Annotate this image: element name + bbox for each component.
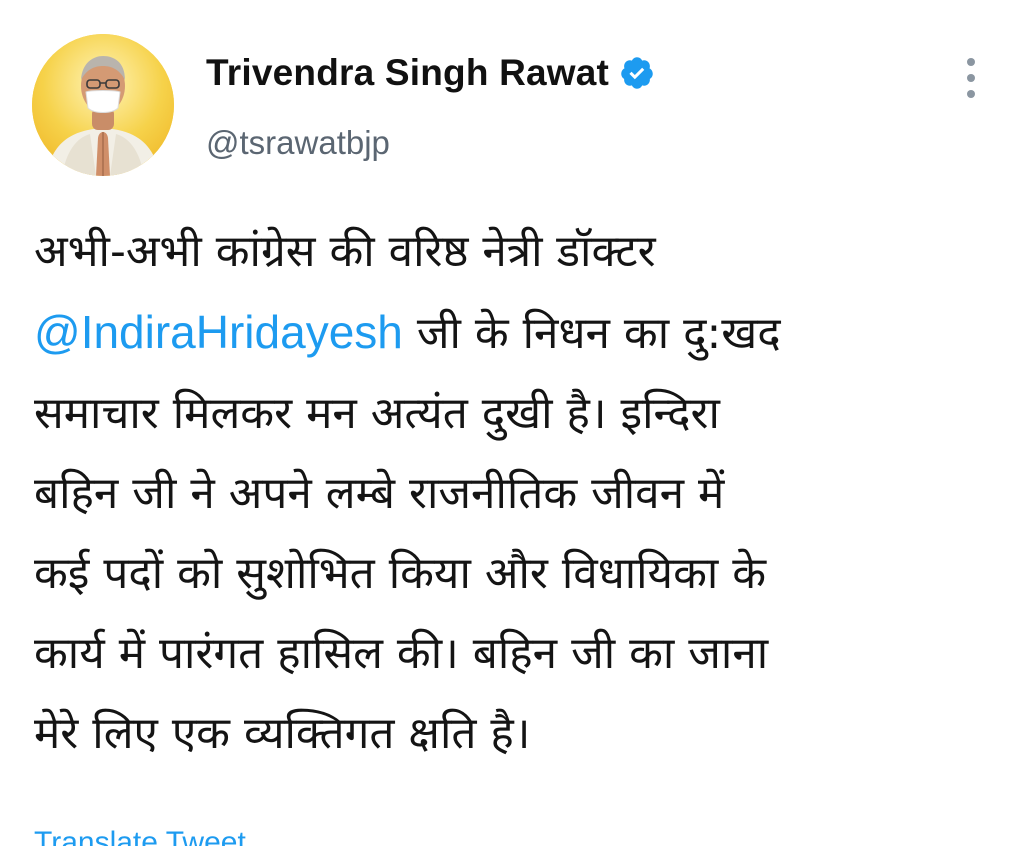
tweet-line: बहिन जी ने अपने लम्बे राजनीतिक जीवन में (34, 454, 984, 534)
verified-badge-icon (619, 55, 655, 91)
mention-link[interactable]: @IndiraHridayesh (34, 306, 403, 358)
tweet-text-segment: समाचार मिलकर मन अत्यंत दुखी है। इन्दिरा (34, 388, 720, 439)
avatar[interactable] (32, 34, 174, 176)
tweet-text-segment: जी के निधन का दु:खद (402, 308, 781, 359)
menu-dot (967, 74, 975, 82)
tweet-text-segment: अभी-अभी कांग्रेस की वरिष्ठ नेत्री डॉक्टर (34, 226, 656, 277)
tweet-text-segment: बहिन जी ने अपने लम्बे राजनीतिक जीवन में (34, 468, 725, 519)
tweet-line: मेरे लिए एक व्यक्तिगत क्षति है। (34, 694, 984, 774)
menu-dot (967, 90, 975, 98)
profile-photo (32, 34, 174, 176)
tweet-line: समाचार मिलकर मन अत्यंत दुखी है। इन्दिरा (34, 374, 984, 454)
tweet-text-segment: मेरे लिए एक व्यक्तिगत क्षति है। (34, 708, 531, 759)
tweet-card: Trivendra Singh Rawat @tsrawatbjp अभी-अभ… (0, 0, 1024, 846)
tweet-line: कार्य में पारंगत हासिल की। बहिन जी का जा… (34, 614, 984, 694)
tweet-line: कई पदों को सुशोभित किया और विधायिका के (34, 534, 984, 614)
tweet-text-segment: कई पदों को सुशोभित किया और विधायिका के (34, 548, 767, 599)
tweet-line: @IndiraHridayesh जी के निधन का दु:खद (34, 292, 984, 374)
author-name-row[interactable]: Trivendra Singh Rawat (206, 52, 655, 94)
more-vertical-icon[interactable] (956, 58, 986, 98)
author-handle[interactable]: @tsrawatbjp (206, 124, 390, 162)
tweet-text: अभी-अभी कांग्रेस की वरिष्ठ नेत्री डॉक्टर… (34, 212, 984, 774)
tweet-line: अभी-अभी कांग्रेस की वरिष्ठ नेत्री डॉक्टर (34, 212, 984, 292)
display-name[interactable]: Trivendra Singh Rawat (206, 52, 609, 94)
menu-dot (967, 58, 975, 66)
tweet-text-segment: कार्य में पारंगत हासिल की। बहिन जी का जा… (34, 628, 769, 679)
translate-tweet-link[interactable]: Translate Tweet (34, 826, 246, 846)
